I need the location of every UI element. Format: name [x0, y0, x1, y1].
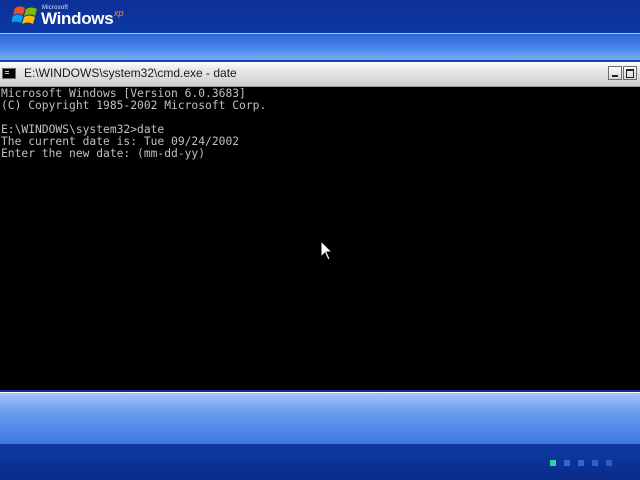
window-title: E:\WINDOWS\system32\cmd.exe - date	[24, 66, 237, 80]
progress-dot	[578, 460, 584, 466]
bottom-banner-stripe	[0, 392, 640, 444]
console-line-copyright: (C) Copyright 1985-2002 Microsoft Corp.	[1, 99, 267, 112]
windows-label: Windows	[41, 9, 114, 28]
setup-progress-indicator	[550, 459, 620, 467]
top-banner-stripe	[0, 33, 640, 60]
windows-flag-icon	[12, 6, 37, 24]
console-output[interactable]: Microsoft Windows [Version 6.0.3683] (C)…	[0, 88, 640, 388]
xp-label: xp	[114, 8, 124, 18]
progress-dot	[550, 460, 556, 466]
bottom-banner	[0, 390, 640, 480]
setup-screen: Microsoft Windows xp E:\WINDOWS\system32…	[0, 0, 640, 480]
console-icon[interactable]	[2, 68, 16, 79]
minimize-button[interactable]	[608, 66, 622, 80]
top-banner: Microsoft Windows xp	[0, 0, 640, 62]
mouse-pointer-icon	[320, 240, 334, 261]
maximize-button[interactable]	[623, 66, 637, 80]
progress-dot	[606, 460, 612, 466]
progress-dot	[592, 460, 598, 466]
console-line-prompt[interactable]: Enter the new date: (mm-dd-yy)	[0, 148, 640, 160]
progress-dot	[564, 460, 570, 466]
window-titlebar[interactable]: E:\WINDOWS\system32\cmd.exe - date	[0, 62, 640, 87]
cmd-window[interactable]: E:\WINDOWS\system32\cmd.exe - date Micro…	[0, 62, 640, 390]
bottom-banner-base	[0, 444, 640, 480]
